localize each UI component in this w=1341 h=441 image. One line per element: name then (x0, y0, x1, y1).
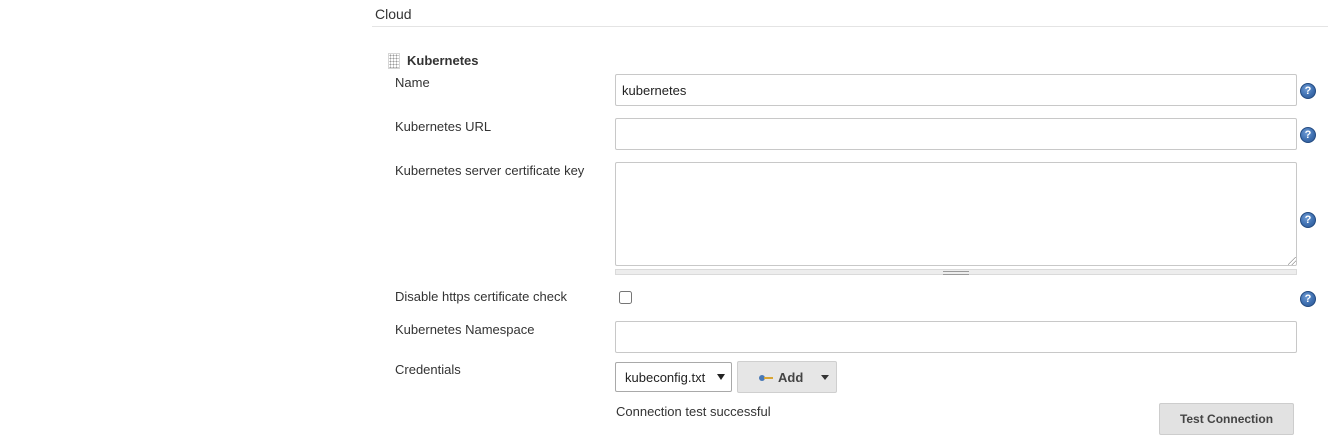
resize-bar-grip-icon (943, 271, 969, 275)
drag-handle-icon[interactable] (388, 53, 400, 69)
certificate-key-label: Kubernetes server certificate key (395, 163, 585, 178)
credentials-selected-value: kubeconfig.txt (625, 370, 706, 385)
help-icon[interactable]: ? (1300, 83, 1316, 99)
cloud-name-heading: Kubernetes (407, 53, 479, 68)
test-connection-button[interactable]: Test Connection (1159, 403, 1294, 435)
add-button-label: Add (778, 370, 804, 385)
credentials-label: Credentials (395, 362, 461, 377)
section-divider (372, 26, 1328, 27)
namespace-input[interactable] (615, 321, 1297, 353)
kubernetes-cloud-config: Cloud Kubernetes Name ? Kubernetes URL ?… (0, 0, 1341, 441)
kubernetes-url-label: Kubernetes URL (395, 119, 492, 134)
key-icon (759, 375, 773, 381)
connection-status-message: Connection test successful (616, 404, 771, 419)
disable-https-label: Disable https certificate check (395, 289, 567, 304)
name-input[interactable] (615, 74, 1297, 106)
chevron-down-icon (717, 374, 725, 380)
disable-https-checkbox[interactable] (619, 291, 632, 304)
textarea-resize-bar[interactable] (615, 269, 1297, 275)
certificate-key-textarea[interactable] (615, 162, 1297, 266)
help-icon[interactable]: ? (1300, 127, 1316, 143)
name-label: Name (395, 75, 430, 90)
kubernetes-url-input[interactable] (615, 118, 1297, 150)
section-title: Cloud (375, 6, 412, 22)
namespace-label: Kubernetes Namespace (395, 322, 535, 337)
add-credentials-button[interactable]: Add (737, 361, 837, 393)
help-icon[interactable]: ? (1300, 212, 1316, 228)
help-icon[interactable]: ? (1300, 291, 1316, 307)
caret-down-icon[interactable] (821, 375, 829, 380)
credentials-select[interactable]: kubeconfig.txt (615, 362, 732, 392)
textarea-resize-grip-icon[interactable] (1288, 257, 1296, 265)
